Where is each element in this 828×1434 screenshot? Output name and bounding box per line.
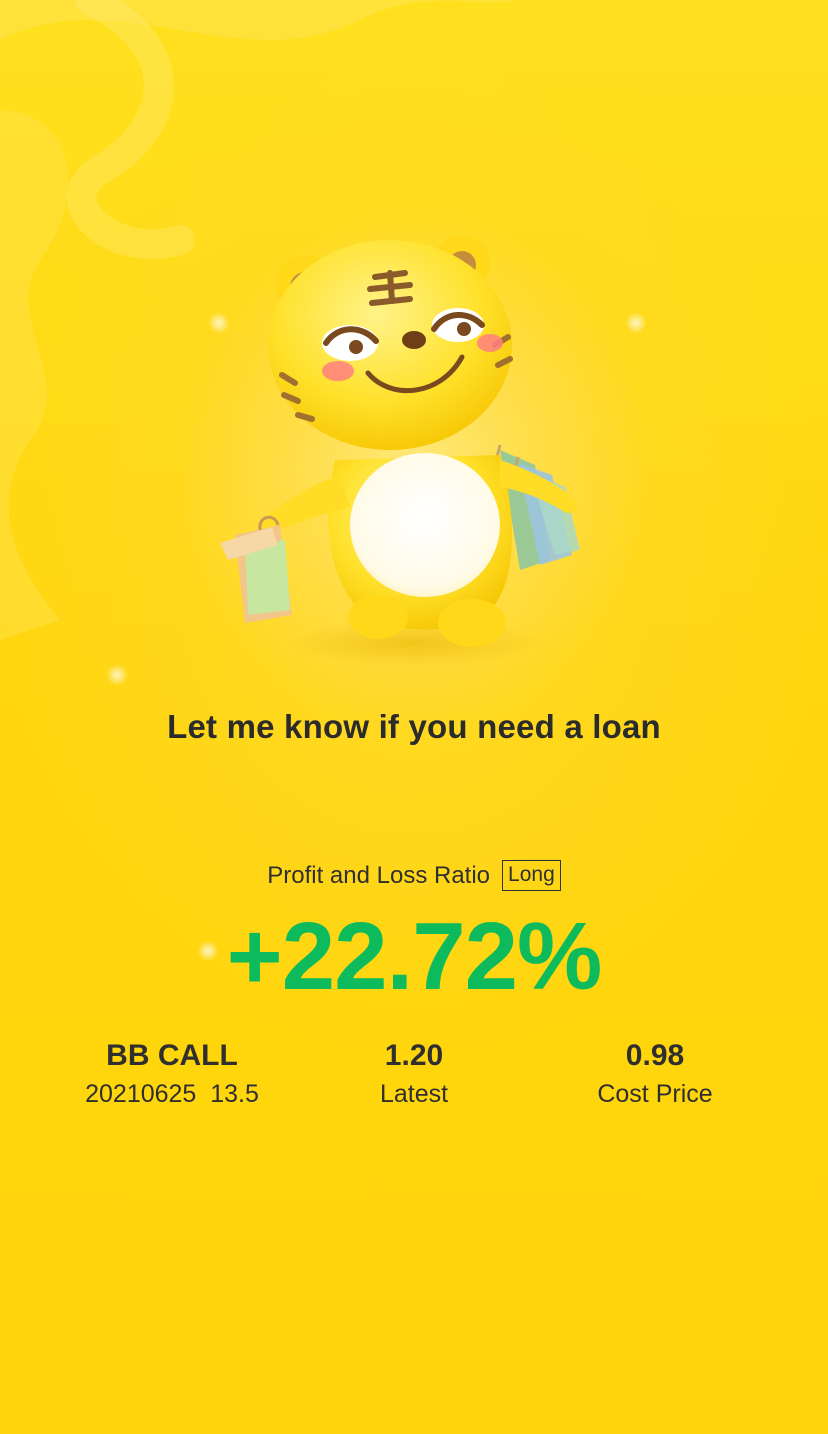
sparkle (106, 664, 128, 686)
tiger-mascot-with-shopping-bags-icon (220, 235, 580, 667)
profit-loss-ratio: +22.72% (226, 903, 603, 1010)
stat-cost-price: 0.98 Cost Price (535, 1036, 775, 1112)
stat-label: 20210625 13.5 (85, 1080, 259, 1108)
profit-loss-label: Profit and Loss Ratio (267, 861, 491, 889)
stat-instrument: BB CALL 20210625 13.5 (52, 1036, 292, 1112)
share-card: Let me know if you need a loan Profit an… (0, 0, 828, 1434)
profit-loss-header: Profit and Loss Ratio Long (0, 860, 828, 891)
sparkle (625, 312, 647, 334)
stat-label: Cost Price (597, 1080, 713, 1108)
position-badge: Long (502, 860, 561, 891)
stat-value: 1.20 (384, 1039, 444, 1072)
stat-value: 0.98 (625, 1039, 685, 1072)
stat-value: BB CALL (106, 1039, 238, 1072)
stat-label: Latest (379, 1080, 449, 1108)
stat-latest: 1.20 Latest (294, 1036, 534, 1112)
headline: Let me know if you need a loan (167, 708, 661, 745)
